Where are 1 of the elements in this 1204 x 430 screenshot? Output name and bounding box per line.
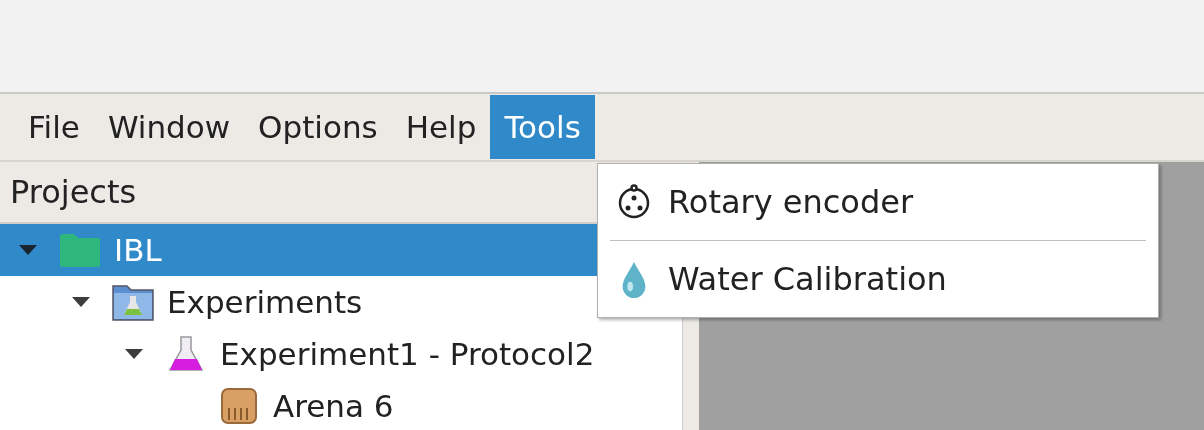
- panel-title: Projects: [10, 173, 137, 211]
